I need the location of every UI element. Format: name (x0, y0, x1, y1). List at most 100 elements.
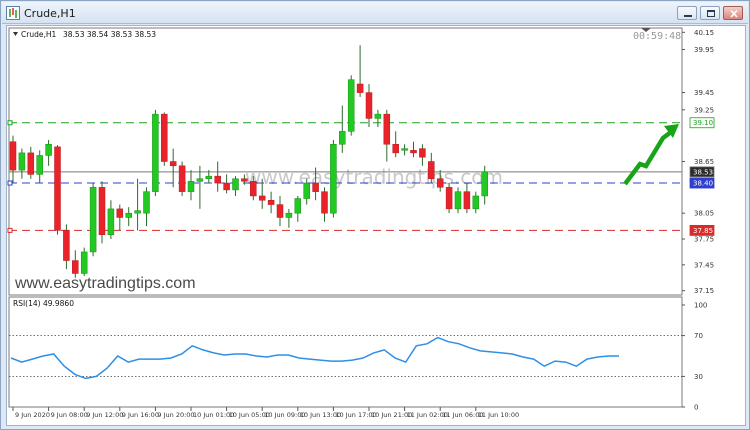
bull-candle (107, 208, 115, 235)
bear-candle (276, 204, 284, 218)
bull-candle (196, 178, 204, 182)
bull-candle (374, 113, 382, 119)
price-tick-label: 39.95 (694, 46, 714, 54)
time-tick-label: 11 Jun 10:00 (478, 411, 519, 419)
rsi-label: RSI(14) 49.9860 (13, 299, 74, 308)
bar-countdown: 00:59:48 (633, 31, 681, 42)
price-chart[interactable]: Crude,H1 38.53 38.54 38.53 38.53 00:59:4… (7, 26, 745, 425)
bear-candle (267, 200, 275, 205)
time-tick-label: 9 Jun 20:00 (157, 411, 194, 419)
site-watermark: www.easytradingtips.com (14, 275, 196, 292)
price-tick-label: 37.15 (694, 287, 714, 295)
level-price-label-support: 37.85 (693, 227, 713, 235)
bear-candle (383, 113, 391, 145)
bear-candle (419, 148, 426, 158)
bull-candle (89, 187, 97, 253)
chart-window-icon (6, 6, 20, 20)
bull-candle (205, 175, 213, 179)
bull-candle (339, 131, 346, 145)
bull-candle (303, 182, 310, 199)
bear-candle (410, 150, 417, 154)
rsi-axis: 100 70 30 0 (682, 302, 707, 412)
price-tick-label: 40.15 (694, 29, 714, 37)
bear-candle (356, 83, 364, 93)
bull-candle (330, 144, 337, 214)
bull-candle (454, 191, 462, 210)
bull-candle (36, 155, 43, 175)
bear-candle (392, 144, 399, 154)
rsi-tick-label: 30 (694, 373, 703, 381)
bear-candle (169, 161, 177, 167)
price-tick-label: 37.45 (694, 261, 714, 269)
minimize-button[interactable] (677, 6, 697, 20)
bull-candle (285, 212, 293, 218)
price-tick-label: 39.25 (694, 106, 714, 114)
chart-area[interactable]: Crude,H1 38.53 38.54 38.53 38.53 00:59:4… (6, 25, 746, 426)
bull-candle (294, 198, 302, 214)
bull-candle (45, 144, 52, 156)
bull-candle (125, 212, 132, 218)
projection-arrow-icon (623, 124, 679, 186)
bear-candle (463, 191, 471, 210)
close-icon (730, 9, 738, 18)
bull-candle (472, 195, 480, 210)
bear-candle (445, 187, 453, 210)
time-tick-label: 9 Jun 16:00 (122, 411, 159, 419)
restore-button[interactable] (700, 6, 720, 20)
price-axis: 40.15 39.95 39.45 39.25 38.65 38.05 37.75 37.45… (682, 29, 714, 295)
chart-header: Crude,H1 38.53 38.54 38.53 38.53 00:59:4… (13, 28, 681, 42)
level-labels: 39.10 38.53 38.40 37.85 (689, 117, 715, 236)
level-handle-middle (7, 180, 13, 186)
bear-candle (27, 152, 35, 175)
window-titlebar[interactable]: Crude,H1 (2, 2, 748, 24)
price-tick-label: 39.45 (694, 89, 714, 97)
bull-candle (18, 152, 26, 171)
ohlc-readout: 38.53 38.54 38.53 38.53 (63, 30, 156, 39)
rsi-tick-label: 70 (694, 332, 703, 340)
bear-candle (63, 230, 70, 261)
bear-candle (223, 182, 230, 191)
rsi-tick-label: 0 (694, 404, 698, 412)
bear-candle (321, 191, 328, 214)
candles (9, 45, 488, 278)
center-watermark: www.easytradingtips.com (245, 165, 503, 189)
price-panel-border (8, 27, 683, 296)
bull-candle (401, 148, 408, 151)
symbol-label: Crude,H1 (21, 30, 56, 39)
level-handle-resistance (7, 120, 13, 126)
bear-candle (258, 195, 266, 201)
level-handle-support (7, 227, 13, 233)
bear-candle (161, 113, 168, 162)
bear-candle (436, 178, 444, 188)
bear-candle (428, 161, 435, 179)
bull-candle (152, 113, 159, 192)
price-tick-label: 37.75 (694, 236, 714, 244)
rsi-panel-border (8, 296, 683, 408)
bull-candle (481, 171, 488, 197)
bear-candle (72, 260, 79, 274)
bull-candle (80, 251, 88, 274)
dropdown-triangle-icon (13, 32, 18, 36)
rsi-indicator (9, 335, 682, 380)
time-tick-label: 9 Jun 08:00 (51, 411, 88, 419)
rsi-tick-label: 100 (694, 302, 707, 310)
bear-candle (365, 92, 373, 119)
close-button[interactable] (723, 6, 743, 20)
bear-candle (178, 165, 186, 192)
chart-window: Crude,H1 Crude,H1 38.53 38.54 38.53 38.5… (0, 0, 750, 430)
restore-icon (707, 10, 715, 17)
minimize-icon (684, 15, 692, 17)
bear-candle (9, 141, 17, 171)
window-title: Crude,H1 (24, 7, 76, 20)
bull-candle (143, 191, 150, 214)
bull-candle (232, 178, 239, 191)
bull-candle (347, 79, 355, 132)
time-axis: 9 Jun 2020 9 Jun 08:009 Jun 12:009 Jun 16… (12, 407, 519, 419)
bear-candle (250, 181, 257, 197)
bear-candle (98, 187, 106, 235)
bear-candle (312, 182, 319, 192)
level-price-label-resistance: 39.10 (693, 119, 713, 127)
price-tick-label: 38.05 (694, 210, 714, 218)
bull-candle (134, 210, 141, 214)
time-tick-label: 9 Jun 12:00 (86, 411, 123, 419)
